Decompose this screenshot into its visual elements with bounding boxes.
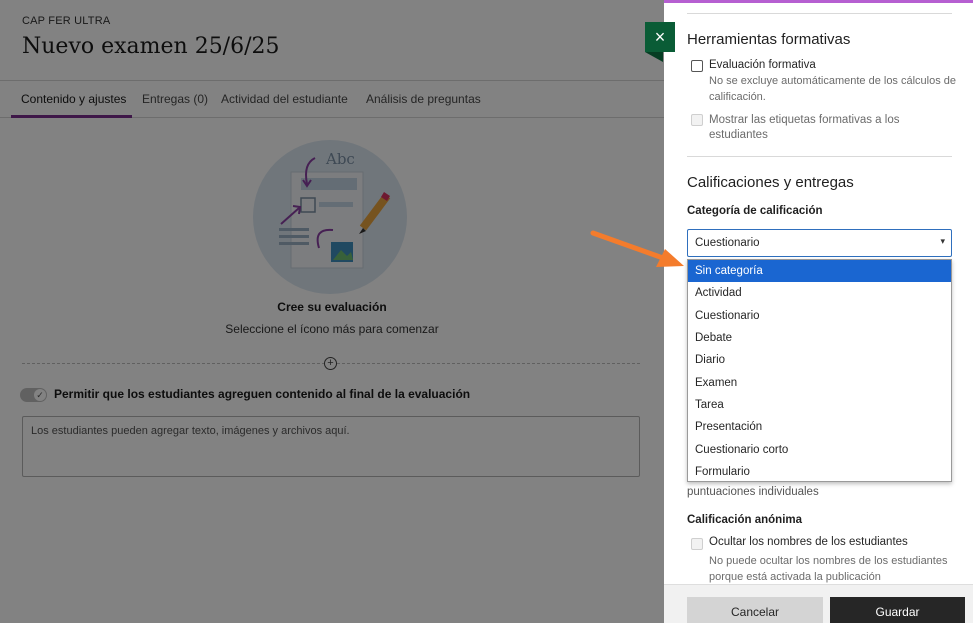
panel-footer: Cancelar Guardar bbox=[664, 584, 973, 623]
formative-tools-heading: Herramientas formativas bbox=[687, 31, 851, 48]
option-examen[interactable]: Examen bbox=[688, 372, 951, 394]
show-formative-labels-checkbox[interactable] bbox=[691, 114, 703, 126]
option-tarea[interactable]: Tarea bbox=[688, 394, 951, 416]
panel-divider bbox=[687, 156, 952, 157]
close-panel-button[interactable]: × bbox=[645, 22, 675, 52]
option-formulario[interactable]: Formulario bbox=[688, 461, 951, 481]
option-presentacion[interactable]: Presentación bbox=[688, 416, 951, 438]
option-debate[interactable]: Debate bbox=[688, 327, 951, 349]
grade-category-select[interactable]: Cuestionario ▾ bbox=[687, 229, 952, 257]
panel-divider bbox=[687, 13, 952, 14]
hide-names-checkbox[interactable] bbox=[691, 538, 703, 550]
formative-evaluation-label: Evaluación formativa bbox=[709, 59, 816, 71]
save-button[interactable]: Guardar bbox=[830, 597, 965, 623]
modal-backdrop[interactable] bbox=[0, 0, 664, 623]
option-sin-categoria[interactable]: Sin categoría bbox=[688, 260, 951, 282]
hide-names-label: Ocultar los nombres de los estudiantes bbox=[709, 536, 908, 548]
grade-category-dropdown: Sin categoría Actividad Cuestionario Deb… bbox=[687, 259, 952, 482]
main-page: CAP FER ULTRA Nuevo examen 25/6/25 Conte… bbox=[0, 0, 664, 623]
hide-names-help: No puede ocultar los nombres de los estu… bbox=[709, 555, 948, 583]
option-cuestionario[interactable]: Cuestionario bbox=[688, 305, 951, 327]
cancel-button[interactable]: Cancelar bbox=[687, 597, 823, 623]
settings-panel: Herramientas formativas Evaluación forma… bbox=[664, 0, 973, 623]
caret-down-icon: ▾ bbox=[940, 236, 945, 246]
option-actividad[interactable]: Actividad bbox=[688, 282, 951, 304]
option-cuestionario-corto[interactable]: Cuestionario corto bbox=[688, 439, 951, 461]
formative-evaluation-help: No se excluye automáticamente de los cál… bbox=[709, 75, 957, 103]
grading-heading: Calificaciones y entregas bbox=[687, 174, 854, 191]
option-diario[interactable]: Diario bbox=[688, 349, 951, 371]
anonymous-grading-label: Calificación anónima bbox=[687, 514, 803, 526]
close-icon: × bbox=[654, 27, 666, 47]
show-formative-labels-label: Mostrar las etiquetas formativas a los e… bbox=[709, 114, 900, 141]
close-button-tail bbox=[645, 52, 663, 62]
grading-help-partial: puntuaciones individuales bbox=[687, 486, 819, 498]
grade-category-label: Categoría de calificación bbox=[687, 205, 823, 217]
formative-evaluation-checkbox[interactable] bbox=[691, 60, 703, 72]
grade-category-value: Cuestionario bbox=[695, 237, 760, 249]
